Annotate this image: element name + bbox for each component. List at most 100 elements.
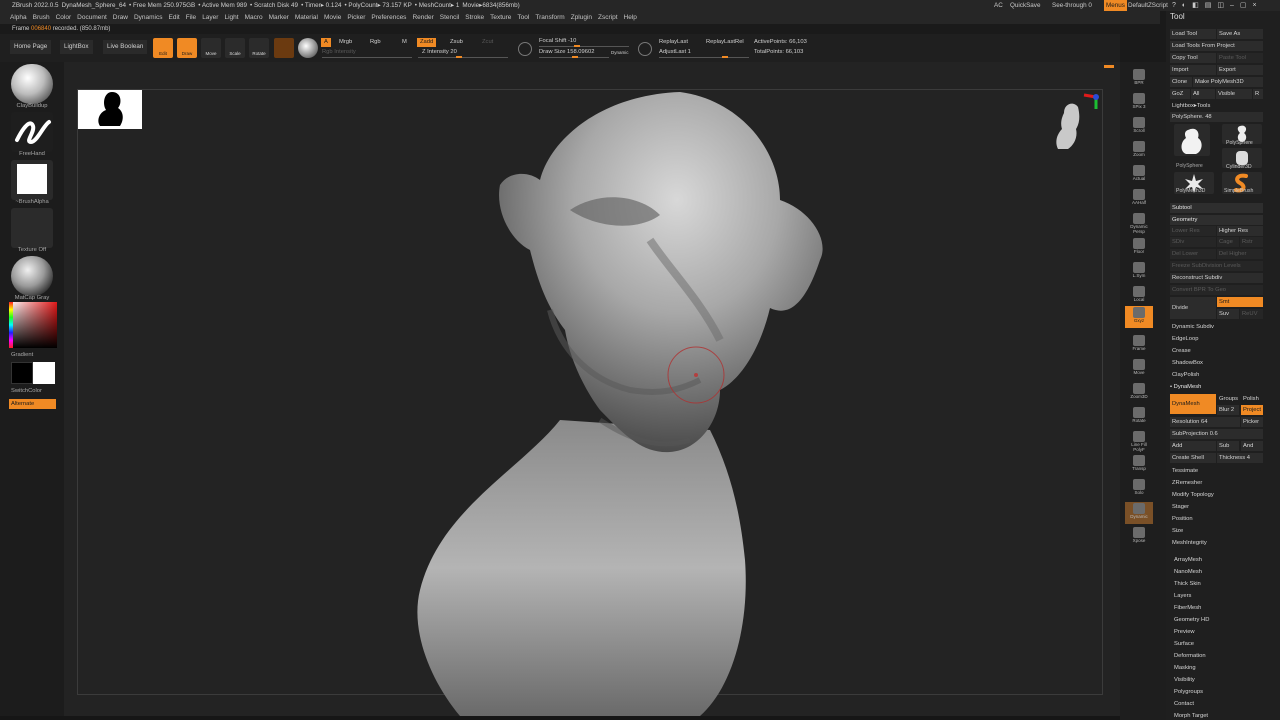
export-button[interactable]: Export [1217, 65, 1263, 75]
replay-icon[interactable] [638, 42, 652, 56]
switch-color-button[interactable]: SwitchColor [0, 388, 64, 394]
rgb-button[interactable]: Rgb [370, 38, 381, 47]
menu-color[interactable]: Color [53, 11, 75, 24]
scale-mode-button[interactable]: Scale [225, 38, 245, 58]
project-button[interactable]: Project [1241, 405, 1263, 415]
stager-subpalette[interactable]: Stager [1170, 502, 1263, 512]
sdiv-slider[interactable]: SDiv [1170, 237, 1216, 247]
subpalette-layers[interactable]: Layers [1174, 590, 1209, 602]
subpalette-morph-target[interactable]: Morph Target [1174, 710, 1209, 720]
polysphere-slider[interactable]: PolySphere. 48 [1170, 112, 1263, 122]
reuv-button[interactable]: ReUV [1240, 309, 1263, 319]
shelf-scroll-button[interactable]: Scroll [1125, 116, 1153, 138]
subpalette-visibility[interactable]: Visibility [1174, 674, 1209, 686]
menu-file[interactable]: File [183, 11, 199, 24]
navigation-gizmo[interactable] [1050, 93, 1104, 151]
subpalette-nanomesh[interactable]: NanoMesh [1174, 566, 1209, 578]
menu-stroke[interactable]: Stroke [462, 11, 487, 24]
palette-icon[interactable]: ▤ [1205, 2, 1218, 9]
move-mode-button[interactable]: Move [201, 38, 221, 58]
subpalette-thick-skin[interactable]: Thick Skin [1174, 578, 1209, 590]
stroke-thumbnail-icon[interactable] [11, 112, 53, 152]
rgb-color-swatch-icon[interactable] [274, 38, 294, 58]
higher-res-button[interactable]: Higher Res [1217, 226, 1263, 236]
focal-shift-slider[interactable]: Focal Shift -10 [539, 37, 576, 46]
quicksave-button[interactable]: QuickSave [1010, 0, 1040, 11]
menu-help[interactable]: Help [621, 11, 640, 24]
menus-button[interactable]: Menus [1104, 0, 1127, 11]
shelf-rotate-button[interactable]: Rotate [1125, 406, 1153, 428]
subprojection-slider[interactable]: SubProjection 0.6 [1170, 429, 1263, 439]
import-button[interactable]: Import [1170, 65, 1216, 75]
dynamesh-button[interactable]: DynaMesh [1170, 394, 1216, 414]
history-icon[interactable]: ◐ [1182, 2, 1192, 9]
shelf-zoom-button[interactable]: Zoom [1125, 140, 1153, 162]
tray-icon[interactable]: ◧ [1192, 2, 1205, 9]
shelf-zoom3d-button[interactable]: Zoom3D [1125, 382, 1153, 404]
home-page-button[interactable]: Home Page [10, 40, 52, 54]
dynamic-button[interactable]: Dynamic [611, 48, 629, 57]
help-icon[interactable]: ? [1172, 2, 1182, 9]
resolution-slider[interactable]: Resolution 64 [1170, 417, 1240, 427]
subpalette-arraymesh[interactable]: ArrayMesh [1174, 554, 1209, 566]
lightbox-button[interactable]: LightBox [60, 40, 93, 54]
shadowbox-subpalette[interactable]: ShadowBox [1170, 358, 1263, 368]
shelf-xpose-button[interactable]: Xpose [1125, 526, 1153, 548]
menu-marker[interactable]: Marker [266, 11, 292, 24]
menu-macro[interactable]: Macro [242, 11, 266, 24]
shelf-solo-button[interactable]: Solo [1125, 478, 1153, 500]
edgeloop-subpalette[interactable]: EdgeLoop [1170, 334, 1263, 344]
shelf-line-fill-polyf-button[interactable]: Line Fill PolyF [1125, 430, 1153, 452]
adjust-last-slider[interactable]: AdjustLast 1 [659, 48, 691, 57]
menu-transform[interactable]: Transform [532, 11, 567, 24]
save-as-button[interactable]: Save As [1217, 29, 1263, 39]
paste-tool-button[interactable]: Paste Tool [1217, 53, 1263, 63]
hue-strip[interactable] [9, 302, 13, 348]
mrgb-button[interactable]: Mrgb [339, 38, 352, 47]
menu-dynamics[interactable]: Dynamics [131, 11, 166, 24]
shelf-l-sym-button[interactable]: L.Sym [1125, 261, 1153, 283]
menu-preferences[interactable]: Preferences [368, 11, 409, 24]
sculpt-mesh[interactable] [400, 90, 840, 716]
menu-tool[interactable]: Tool [514, 11, 532, 24]
zsub-button[interactable]: Zsub [450, 38, 463, 47]
default-zscript-button[interactable]: DefaultZScript [1128, 0, 1168, 11]
menu-stencil[interactable]: Stencil [437, 11, 463, 24]
copy-tool-button[interactable]: Copy Tool [1170, 53, 1216, 63]
shelf-dynamic-persp-button[interactable]: Dynamic Persp [1125, 212, 1153, 234]
live-boolean-button[interactable]: Live Boolean [103, 40, 148, 54]
draw-size-handle[interactable] [572, 56, 578, 58]
subpalette-surface[interactable]: Surface [1174, 638, 1209, 650]
zadd-button[interactable]: Zadd [417, 38, 437, 47]
focal-shift-handle[interactable] [574, 45, 580, 47]
groups-button[interactable]: Groups [1217, 394, 1239, 404]
rgb-intensity-slider[interactable]: Rgb Intensity [322, 48, 356, 57]
dynamic-subdiv-subpalette[interactable]: Dynamic Subdiv [1170, 322, 1263, 332]
geometry-subpalette[interactable]: Geometry [1170, 215, 1263, 225]
window-controls[interactable]: ?◐◧▤◫–▢× [1170, 0, 1280, 11]
menu-movie[interactable]: Movie [321, 11, 344, 24]
claypolish-subpalette[interactable]: ClayPolish [1170, 370, 1263, 380]
dynamesh-subpalette[interactable]: • DynaMesh [1168, 382, 1261, 392]
freeze-subdiv-button[interactable]: Freeze SubDivision Levels [1170, 261, 1263, 271]
make-polymesh-button[interactable]: Make PolyMesh3D [1193, 77, 1263, 87]
color-picker-square[interactable] [9, 302, 57, 348]
shelf-frame-button[interactable]: Frame [1125, 334, 1153, 356]
subpalette-geometry-hd[interactable]: Geometry HD [1174, 614, 1209, 626]
menu-draw[interactable]: Draw [110, 11, 131, 24]
subpalette-contact[interactable]: Contact [1174, 698, 1209, 710]
see-through-slider[interactable]: See-through 0 [1052, 0, 1092, 11]
subpalette-masking[interactable]: Masking [1174, 662, 1209, 674]
meshintegrity-subpalette[interactable]: MeshIntegrity [1170, 538, 1263, 548]
menu-zplugin[interactable]: Zplugin [568, 11, 595, 24]
and-button[interactable]: And [1241, 441, 1263, 451]
material-sphere-icon[interactable] [298, 38, 318, 58]
m-button[interactable]: M [402, 38, 407, 47]
create-shell-button[interactable]: Create Shell [1170, 453, 1216, 463]
maximize-icon[interactable]: ▢ [1240, 2, 1253, 9]
subpalette-polygroups[interactable]: Polygroups [1174, 686, 1209, 698]
draw-size-slider[interactable]: Draw Size 158.09602 [539, 48, 594, 57]
load-tool-button[interactable]: Load Tool [1170, 29, 1216, 39]
material-thumbnail-icon[interactable] [11, 256, 53, 296]
load-tools-from-project-button[interactable]: Load Tools From Project [1170, 41, 1263, 51]
